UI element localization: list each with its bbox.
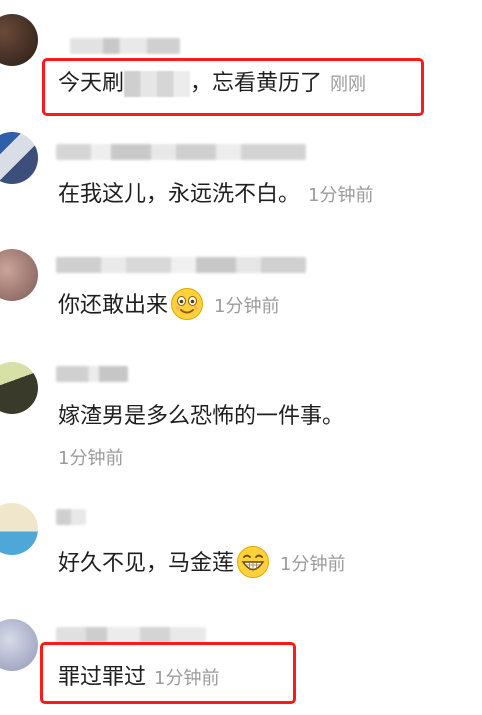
username-blurred[interactable]: [56, 366, 128, 382]
comment-text: 罪过罪过 1分钟前: [58, 663, 219, 694]
avatar[interactable]: [0, 362, 38, 414]
censored-text: [124, 71, 191, 97]
comment-text-part: 好久不见，马金莲: [58, 551, 235, 576]
comment-text: 你还敢出来 1分钟前: [58, 288, 280, 322]
comment-item: 在我这儿，永远洗不白。 1分钟前: [0, 120, 482, 235]
comment-text-part: 嫁渣男是多么恐怖的一件事。: [58, 404, 345, 429]
username-blurred[interactable]: [56, 257, 306, 273]
comment-text: 好久不见，马金莲 1分钟前: [58, 546, 346, 580]
comment-text: 嫁渣男是多么恐怖的一件事。: [58, 402, 344, 432]
timestamp: 1分钟前: [280, 554, 346, 575]
comment-text-part: ，忘看黄历了: [190, 71, 323, 96]
comment-text: 在我这儿，永远洗不白。 1分钟前: [58, 180, 373, 211]
username-blurred[interactable]: [70, 38, 180, 54]
timestamp: 1分钟前: [154, 668, 220, 689]
comment-text-part: 在我这儿，永远洗不白。: [58, 182, 301, 207]
comment-item: 罪过罪过 1分钟前: [0, 605, 482, 715]
comment-item: 好久不见，马金莲 1分钟前: [0, 485, 482, 605]
timestamp: 1分钟前: [214, 296, 280, 317]
avatar[interactable]: [0, 503, 38, 555]
comment-text-part: 罪过罪过: [58, 665, 147, 690]
smiling-face-icon: [171, 288, 204, 320]
comment-item: 今天刷 ，忘看黄历了 刚刚: [0, 0, 482, 120]
comment-item: 嫁渣男是多么恐怖的一件事。 1分钟前: [0, 350, 482, 485]
avatar[interactable]: [0, 619, 38, 671]
avatar[interactable]: [0, 14, 38, 66]
comment-item: 你还敢出来 1分钟前: [0, 235, 482, 350]
grinning-face-icon: [237, 546, 270, 578]
username-blurred[interactable]: [56, 509, 86, 525]
comment-text-part: 今天刷: [58, 71, 125, 96]
avatar[interactable]: [0, 249, 38, 301]
username-blurred[interactable]: [56, 627, 206, 643]
timestamp: 1分钟前: [308, 185, 374, 206]
timestamp: 刚刚: [330, 74, 367, 95]
comment-text-part: 你还敢出来: [58, 293, 169, 318]
timestamp: 1分钟前: [58, 448, 124, 469]
comment-text: 今天刷 ，忘看黄历了 刚刚: [58, 69, 366, 100]
avatar[interactable]: [0, 132, 38, 184]
username-blurred[interactable]: [56, 144, 306, 160]
